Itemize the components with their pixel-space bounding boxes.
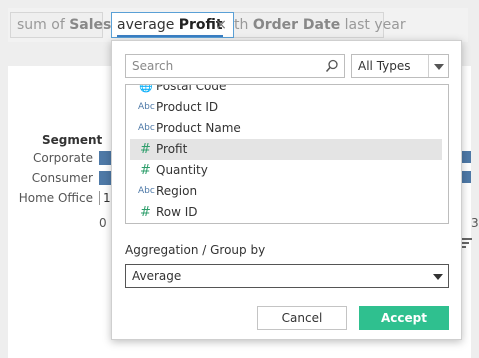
field-item-postal-code[interactable]: 🌐 Postal Code <box>126 84 448 97</box>
chip-text: average Profit <box>117 15 223 37</box>
chevron-down-icon <box>434 64 444 70</box>
chip-prefix: th <box>234 17 249 33</box>
chip-field: Sales <box>69 17 112 33</box>
field-picker-popup: All Types 🌐 Postal Code Abc Product ID A… <box>111 40 462 340</box>
segment-label-consumer: Consumer <box>31 171 93 185</box>
type-filter-value: All Types <box>358 59 411 73</box>
cancel-button[interactable]: Cancel <box>257 306 347 330</box>
aggregation-value: Average <box>132 269 182 283</box>
bar-consumer[interactable] <box>99 171 111 185</box>
chip-prefix: average <box>117 17 175 33</box>
field-label: Region <box>156 184 198 198</box>
aggregation-label: Aggregation / Group by <box>125 243 266 257</box>
number-type-icon: # <box>140 205 151 220</box>
search-input[interactable] <box>126 55 316 77</box>
chip-prefix: sum of <box>17 17 65 33</box>
segment-axis-title: Segment <box>42 133 103 147</box>
string-type-icon: Abc <box>138 186 155 196</box>
bar-corporate[interactable] <box>99 151 111 165</box>
field-item-region[interactable]: Abc Region <box>126 181 448 202</box>
type-filter-select[interactable]: All Types <box>351 54 449 78</box>
field-item-row-id[interactable]: # Row ID <box>126 202 448 223</box>
search-icon[interactable] <box>325 59 339 73</box>
field-item-quantity[interactable]: # Quantity <box>126 160 448 181</box>
field-item-product-name[interactable]: Abc Product Name <box>126 118 448 139</box>
chip-field: Order Date <box>252 17 341 33</box>
chevron-down-icon <box>433 274 443 280</box>
field-label: Postal Code <box>156 84 227 93</box>
type-filter-toggle[interactable] <box>428 55 448 77</box>
chip-suffix: last year <box>344 17 406 33</box>
query-bar: sum of Sales average Profit × th Order D… <box>8 8 468 42</box>
sort-icon[interactable] <box>462 238 472 250</box>
string-type-icon: Abc <box>138 123 155 133</box>
number-type-icon: # <box>140 163 151 178</box>
field-label: Row ID <box>156 205 198 219</box>
segment-label-home-office: Home Office <box>18 191 93 205</box>
number-type-icon: # <box>140 142 151 157</box>
aggregation-select[interactable]: Average <box>125 264 449 288</box>
field-label: Profit <box>156 142 188 156</box>
string-type-icon: Abc <box>138 102 155 112</box>
segment-label-corporate: Corporate <box>33 151 93 165</box>
axis-tick-zero: 0 <box>99 216 107 230</box>
query-chip-sales[interactable]: sum of Sales <box>10 12 111 38</box>
field-label: Quantity <box>156 163 208 177</box>
axis-tick-right: 3 <box>471 216 479 230</box>
accept-button[interactable]: Accept <box>359 306 449 330</box>
close-icon[interactable]: × <box>215 13 227 37</box>
query-chip-profit[interactable]: average Profit × <box>111 12 234 38</box>
query-chip-order-date[interactable]: th Order Date last year <box>234 12 406 38</box>
field-label: Product ID <box>156 100 219 114</box>
aggregation-toggle[interactable] <box>428 265 448 287</box>
field-label: Product Name <box>156 121 241 135</box>
search-box[interactable] <box>125 54 345 78</box>
field-item-profit[interactable]: # Profit <box>130 139 442 160</box>
field-item-product-id[interactable]: Abc Product ID <box>126 97 448 118</box>
field-list[interactable]: 🌐 Postal Code Abc Product ID Abc Product… <box>125 84 449 224</box>
globe-icon: 🌐 <box>139 84 153 93</box>
